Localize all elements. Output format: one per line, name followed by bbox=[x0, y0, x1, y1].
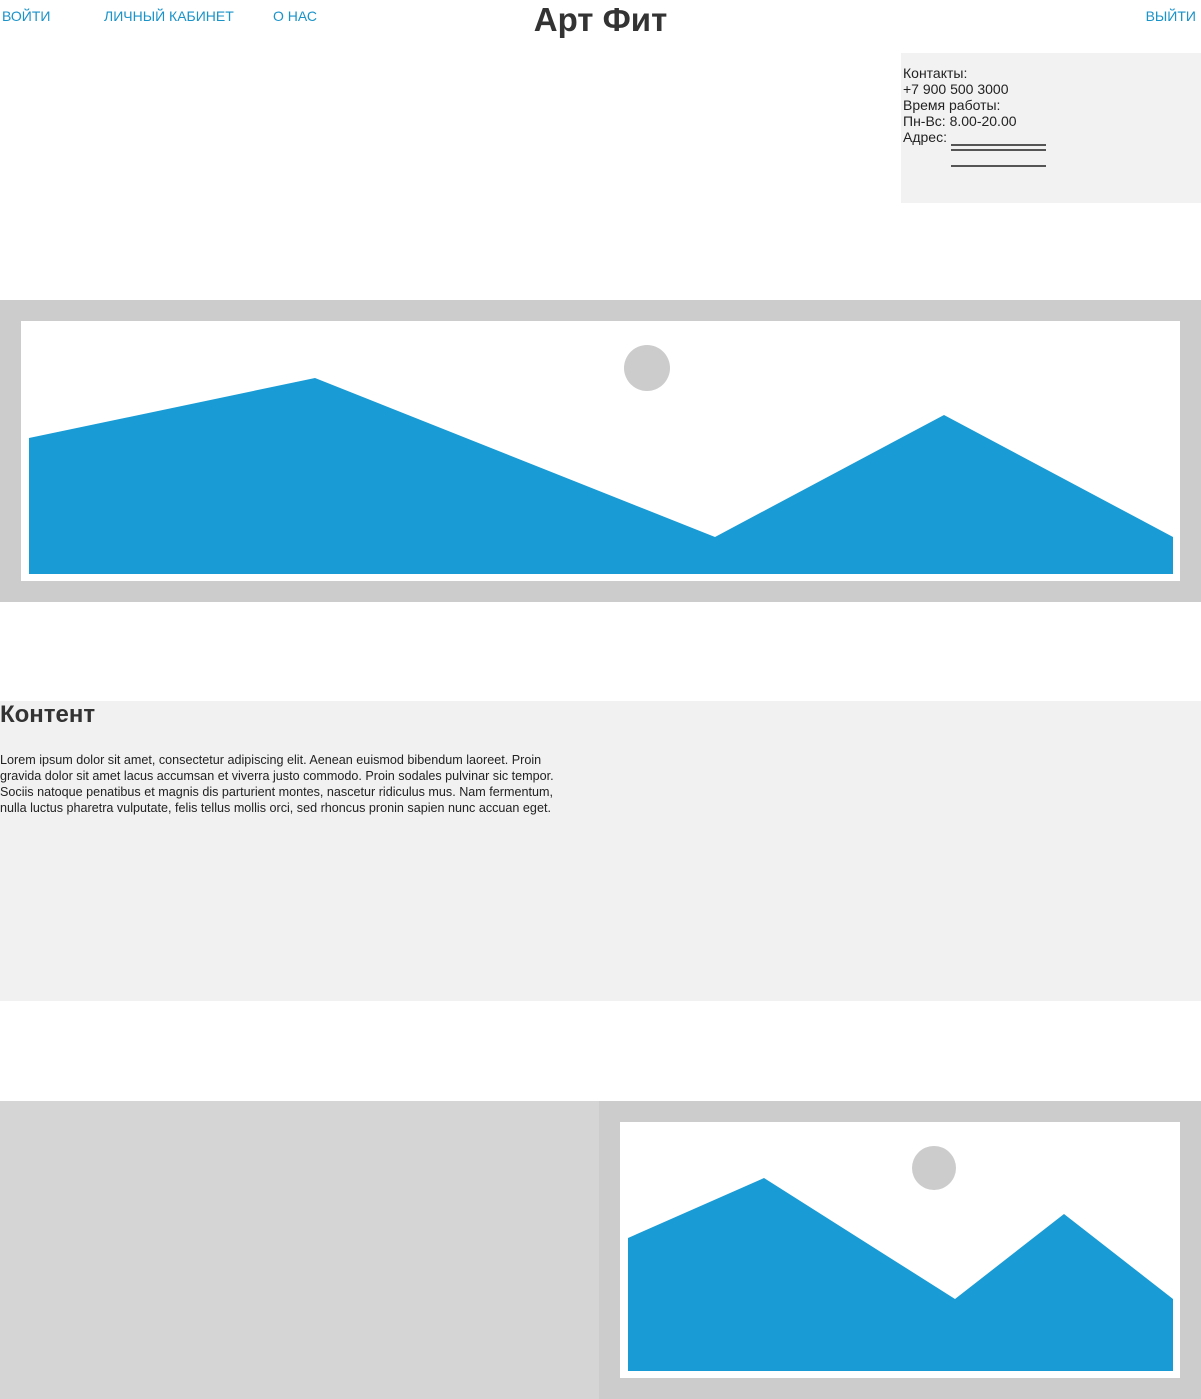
content-body-text: Lorem ipsum dolor sit amet, consectetur … bbox=[0, 753, 554, 815]
hero-banner bbox=[0, 300, 1201, 602]
placeholder-sun-shape bbox=[912, 1146, 956, 1190]
contacts-hours-label: Время работы: bbox=[903, 97, 1001, 113]
address-placeholder-row bbox=[951, 145, 1201, 161]
contacts-address-row: Адрес: bbox=[903, 129, 1201, 146]
bottom-image-frame bbox=[620, 1122, 1180, 1378]
address-placeholder-line bbox=[951, 149, 1046, 151]
content-section: Контент Lorem ipsum dolor sit amet, cons… bbox=[0, 701, 1201, 1001]
hero-image-frame bbox=[21, 321, 1180, 581]
placeholder-sun-shape bbox=[624, 345, 670, 391]
image-placeholder-icon bbox=[628, 1146, 1173, 1371]
contacts-hours-value: Пн-Вс: 8.00-20.00 bbox=[903, 113, 1017, 129]
contacts-box: Контакты: +7 900 500 3000 Время работы: … bbox=[901, 53, 1201, 203]
bottom-left-panel bbox=[0, 1101, 599, 1399]
nav-logout-link[interactable]: ВЫЙТИ bbox=[1146, 8, 1196, 24]
contacts-label: Контакты: bbox=[903, 65, 968, 81]
placeholder-mountains-shape bbox=[29, 378, 1173, 574]
address-placeholder-line bbox=[951, 165, 1046, 167]
contacts-phone: +7 900 500 3000 bbox=[903, 81, 1009, 97]
bottom-image-panel bbox=[599, 1101, 1201, 1399]
content-title: Контент bbox=[0, 701, 96, 728]
site-title: Арт Фит bbox=[533, 1, 668, 38]
address-placeholder-row bbox=[951, 161, 1201, 177]
image-placeholder-icon bbox=[29, 345, 1173, 574]
contacts-address-label: Адрес: bbox=[903, 129, 947, 145]
placeholder-mountains-shape bbox=[628, 1178, 1173, 1371]
